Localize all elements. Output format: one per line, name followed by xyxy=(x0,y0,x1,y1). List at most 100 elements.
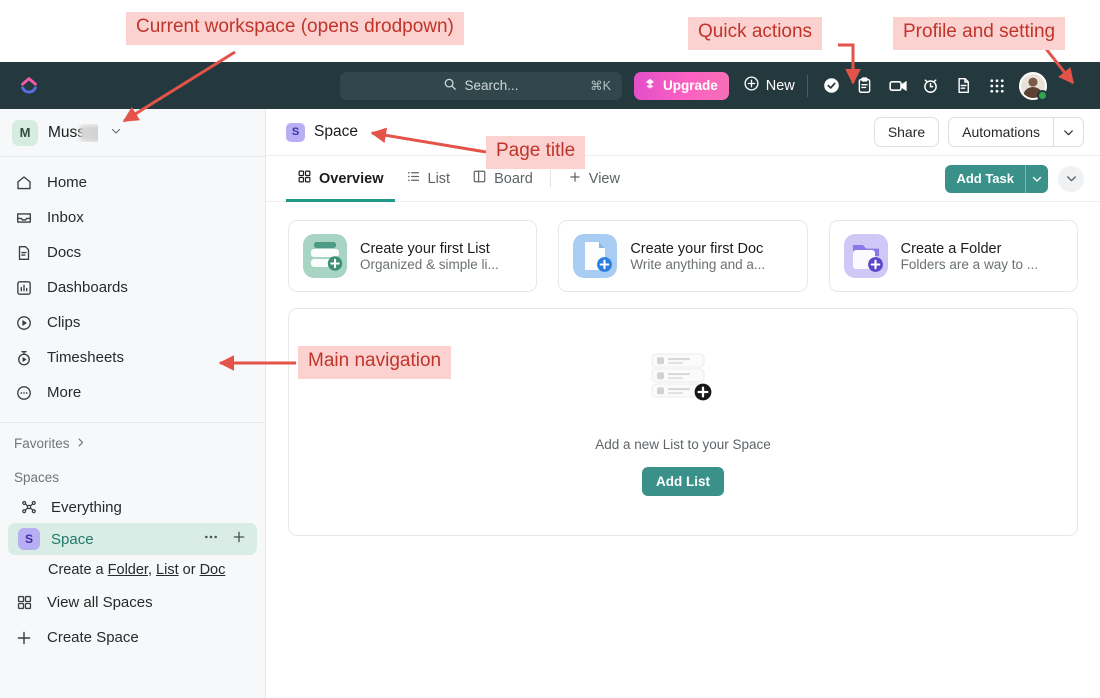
upgrade-button[interactable]: Upgrade xyxy=(634,71,729,100)
collapse-chevron-down-icon[interactable] xyxy=(1058,165,1084,192)
search-shortcut: ⌘K xyxy=(590,79,611,93)
add-list-button[interactable]: Add List xyxy=(642,467,724,496)
add-task-chevron-down-icon[interactable] xyxy=(1025,164,1048,193)
empty-state-text: Add a new List to your Space xyxy=(595,437,771,452)
apps-grid-icon[interactable] xyxy=(983,72,1011,100)
favorites-label: Favorites xyxy=(14,436,70,451)
plus-icon xyxy=(568,170,582,188)
view-tabs: Overview List Board View Add Task xyxy=(266,156,1100,202)
sidebar-item-clips[interactable]: Clips xyxy=(0,305,265,340)
plus-circle-icon xyxy=(743,75,760,96)
upgrade-rocket-icon xyxy=(643,77,657,94)
workspace-switcher[interactable]: M Muss... xyxy=(0,109,265,157)
chevron-right-icon xyxy=(75,436,86,451)
sidebar-item-docs[interactable]: Docs xyxy=(0,235,265,270)
spaces-label: Spaces xyxy=(14,470,60,485)
workspace-name: Muss... xyxy=(48,124,98,142)
main-navigation: Home Inbox Docs Dashboards Clips Timeshe… xyxy=(0,157,265,416)
user-avatar[interactable] xyxy=(1018,71,1048,101)
page-title-badge: S xyxy=(286,122,305,142)
workspace-avatar: M xyxy=(12,119,38,146)
app-root: Search... ⌘K Upgrade New M Mus Home Inbo… xyxy=(0,0,1100,698)
create-prefix: Create a xyxy=(48,562,108,578)
create-list-link[interactable]: List xyxy=(156,562,179,578)
create-folder-link[interactable]: Folder xyxy=(108,562,148,578)
annotation-page-title: Page title xyxy=(486,136,586,169)
sidebar-item-home[interactable]: Home xyxy=(0,165,265,200)
card-subtitle: Organized & simple li... xyxy=(360,256,499,272)
sidebar: M Muss... Home Inbox xyxy=(0,109,266,698)
sidebar-item-space[interactable]: S Space xyxy=(8,523,257,555)
space-row-actions xyxy=(203,529,247,549)
sidebar-item-label: View all Spaces xyxy=(47,594,153,611)
list-stack-illustration xyxy=(644,348,722,419)
video-camera-icon[interactable] xyxy=(884,72,912,100)
automations-split-button: Automations xyxy=(948,117,1084,147)
spaces-section-header: Spaces xyxy=(0,457,265,491)
tab-list[interactable]: List xyxy=(395,156,462,202)
sidebar-item-label: Timesheets xyxy=(47,349,124,366)
page-header-actions: Share Automations xyxy=(873,117,1084,147)
annotation-current-workspace: Current workspace (opens drodpown) xyxy=(126,12,464,45)
sidebar-item-label: Create Space xyxy=(47,629,139,646)
card-create-first-doc[interactable]: Create your first Doc Write anything and… xyxy=(558,220,808,292)
plus-icon[interactable] xyxy=(231,529,247,549)
card-create-first-list[interactable]: Create your first List Organized & simpl… xyxy=(288,220,538,292)
card-subtitle: Write anything and a... xyxy=(630,256,766,272)
automations-dropdown-chevron-down-icon[interactable] xyxy=(1053,117,1084,147)
share-button[interactable]: Share xyxy=(873,117,940,147)
grid-squares-icon xyxy=(14,594,34,611)
sidebar-item-more[interactable]: More xyxy=(0,375,265,410)
document-icon[interactable] xyxy=(950,72,978,100)
sidebar-item-everything[interactable]: Everything xyxy=(8,491,257,523)
sidebar-item-label: Home xyxy=(47,174,88,191)
card-title: Create a Folder xyxy=(900,240,1002,257)
overview-icon xyxy=(297,169,312,188)
sidebar-item-timesheets[interactable]: Timesheets xyxy=(0,340,265,375)
tab-label: List xyxy=(427,170,451,187)
sidebar-item-inbox[interactable]: Inbox xyxy=(0,200,265,235)
top-navigation-bar: Search... ⌘K Upgrade New xyxy=(0,62,1100,109)
chevron-down-icon xyxy=(110,125,122,140)
home-icon xyxy=(14,174,34,192)
sidebar-item-create-space[interactable]: Create Space xyxy=(0,620,265,655)
clickup-logo-icon[interactable] xyxy=(0,75,58,97)
favorites-section-header[interactable]: Favorites xyxy=(0,423,265,457)
sidebar-item-label: Dashboards xyxy=(47,279,128,296)
card-title: Create your first Doc xyxy=(630,240,764,257)
sidebar-item-view-all-spaces[interactable]: View all Spaces xyxy=(0,585,265,620)
ellipsis-icon[interactable] xyxy=(203,529,219,549)
tab-overview[interactable]: Overview xyxy=(286,156,395,202)
dashboards-icon xyxy=(14,279,34,297)
workspace-name-visible: Mus xyxy=(48,123,78,141)
clipboard-icon[interactable] xyxy=(851,72,879,100)
card-subtitle: Folders are a way to ... xyxy=(900,256,1038,272)
search-icon xyxy=(443,77,457,94)
create-sep1: , xyxy=(147,562,157,578)
search-input[interactable]: Search... ⌘K xyxy=(340,71,622,100)
page-title[interactable]: S Space xyxy=(286,122,358,142)
add-task-label: Add Task xyxy=(945,164,1025,193)
timesheets-icon xyxy=(14,349,34,367)
tab-label: Board xyxy=(494,170,533,187)
annotation-main-navigation: Main navigation xyxy=(298,346,452,379)
create-folder-list-doc-line: Create a Folder, List or Doc xyxy=(0,555,265,585)
online-status-indicator xyxy=(1036,89,1048,101)
folder-card-icon xyxy=(843,234,888,278)
sidebar-item-dashboards[interactable]: Dashboards xyxy=(0,270,265,305)
alarm-clock-icon[interactable] xyxy=(917,72,945,100)
task-check-icon[interactable] xyxy=(818,72,846,100)
card-text: Create your first Doc Write anything and… xyxy=(630,241,765,272)
everything-icon xyxy=(18,498,40,516)
new-button[interactable]: New xyxy=(743,75,795,96)
automations-button[interactable]: Automations xyxy=(948,117,1053,147)
add-view-label: View xyxy=(588,170,620,187)
search-placeholder: Search... xyxy=(464,78,519,93)
tab-divider xyxy=(549,170,551,187)
sidebar-item-label: Space xyxy=(51,530,94,548)
inbox-icon xyxy=(14,209,34,227)
card-create-folder[interactable]: Create a Folder Folders are a way to ... xyxy=(828,220,1078,292)
card-title: Create your first List xyxy=(360,240,490,257)
add-task-button[interactable]: Add Task xyxy=(945,164,1048,193)
create-doc-link[interactable]: Doc xyxy=(200,562,226,578)
